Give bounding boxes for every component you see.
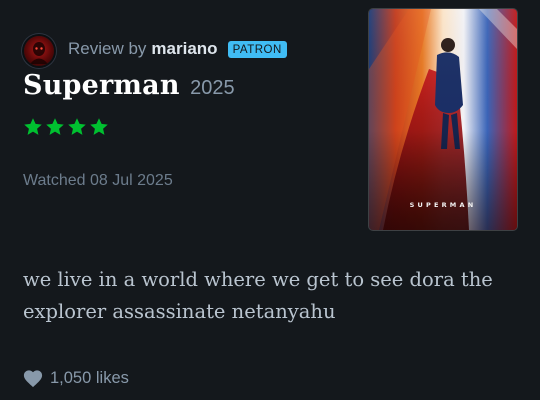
star-icon <box>90 118 108 135</box>
heart-icon[interactable] <box>22 368 44 388</box>
poster-art <box>369 9 517 230</box>
review-text: we live in a world where we get to see d… <box>23 268 493 323</box>
avatar-icon <box>30 42 48 64</box>
film-heading: Superman 2025 <box>23 70 235 101</box>
film-year-link[interactable]: 2025 <box>190 77 235 99</box>
byline-prefix: Review by <box>68 39 147 58</box>
film-title-link[interactable]: Superman <box>23 70 180 101</box>
review-card: Review by mariano PATRON Superman 2025 W… <box>0 0 540 400</box>
star-icon <box>24 118 42 135</box>
avatar[interactable] <box>24 36 54 66</box>
film-poster[interactable]: SUPERMAN <box>369 9 517 230</box>
star-icon <box>68 118 86 135</box>
star-icon <box>46 118 64 135</box>
review-byline: Review by mariano PATRON <box>68 39 287 59</box>
like-count[interactable]: 1,050 likes <box>22 368 129 388</box>
watched-date: Watched 08 Jul 2025 <box>23 172 173 189</box>
username-link[interactable]: mariano <box>151 39 217 59</box>
patron-badge: PATRON <box>227 40 287 58</box>
likes-label: 1,050 likes <box>50 368 129 387</box>
rating-stars <box>23 117 109 137</box>
poster-title-text: SUPERMAN <box>409 201 477 209</box>
